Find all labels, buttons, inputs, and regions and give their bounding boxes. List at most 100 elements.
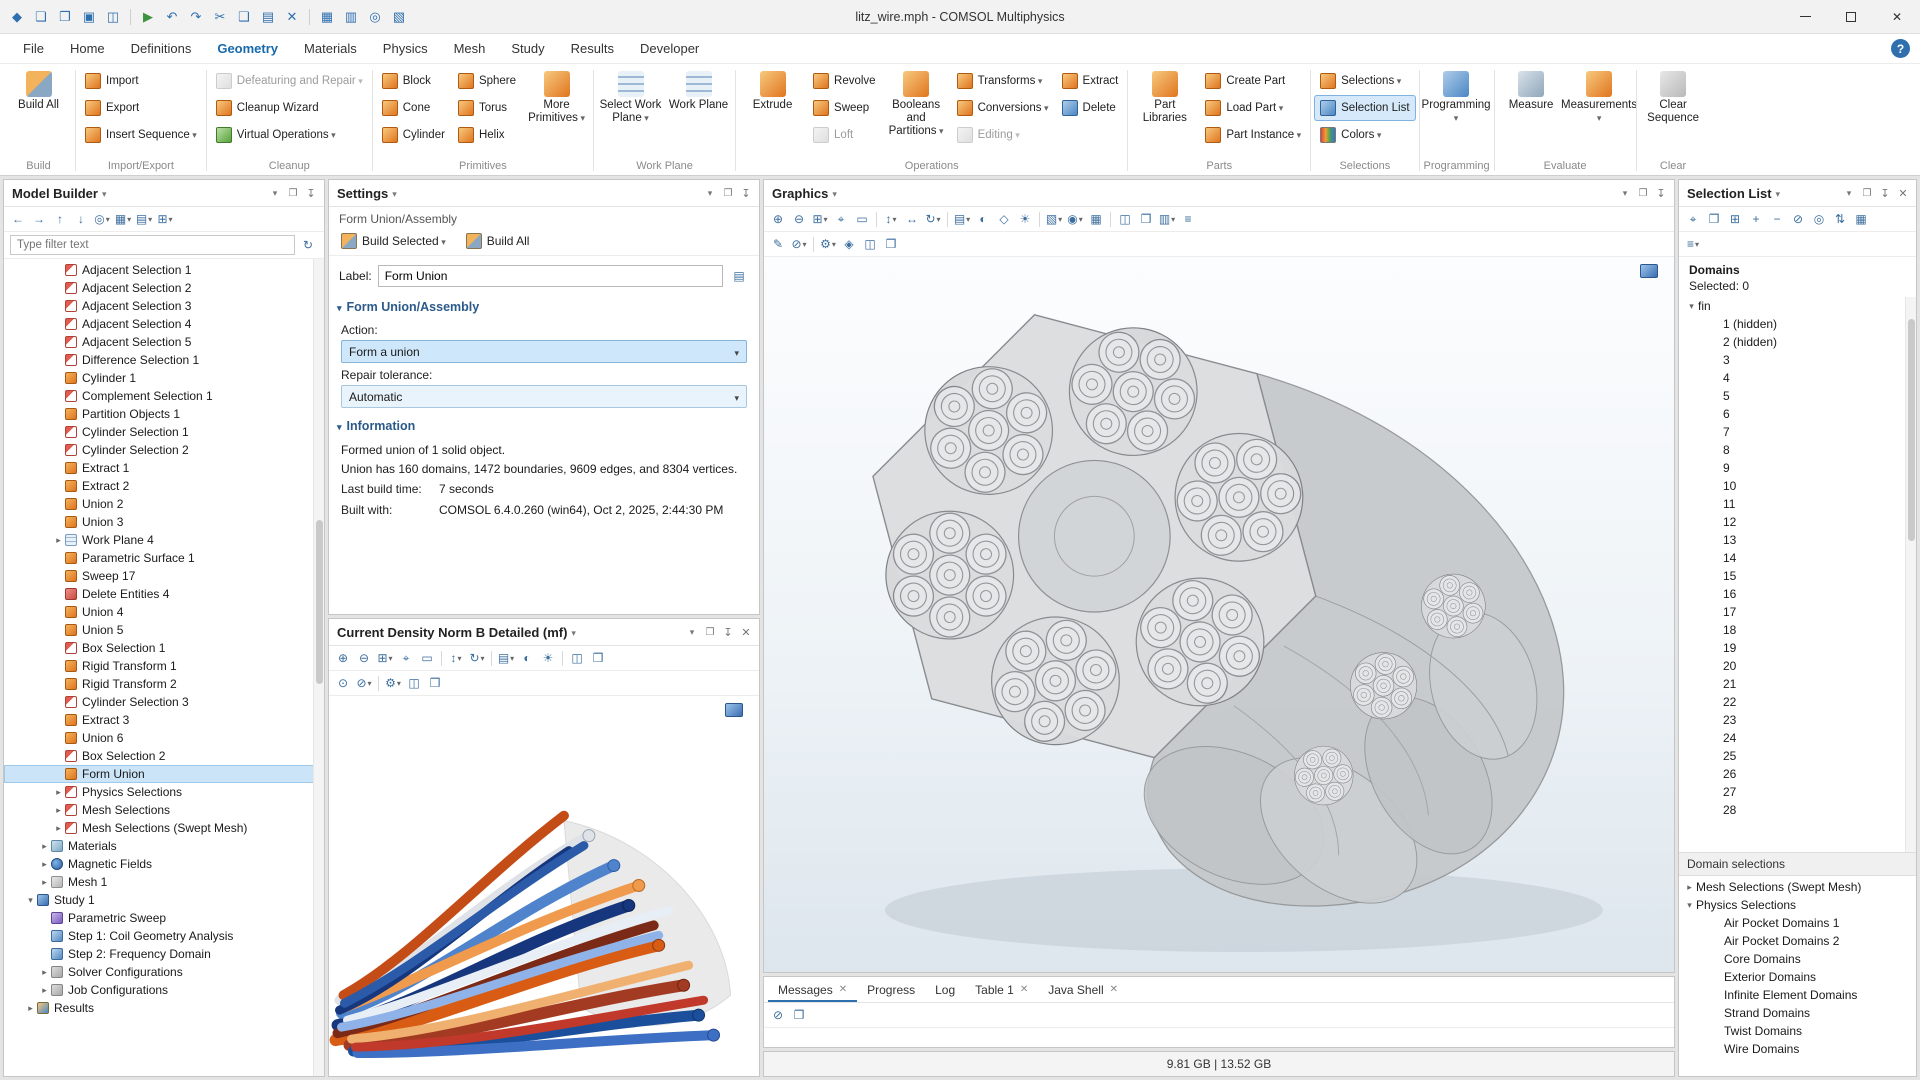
float-panel-icon[interactable]	[701, 623, 719, 641]
create-selection-icon[interactable]: ⊞	[1725, 209, 1745, 229]
panel-menu-icon[interactable]	[701, 184, 719, 202]
log-tab[interactable]: Log	[925, 977, 965, 1002]
definitions-tab[interactable]: Definitions	[118, 35, 205, 62]
tree-item[interactable]: Magnetic Fields	[4, 855, 324, 873]
expand-arrow-icon[interactable]	[24, 1003, 37, 1014]
window-layout-icon[interactable]: ▧	[388, 6, 410, 28]
domain-entry[interactable]: 20	[1679, 657, 1916, 675]
expand-arrow-icon[interactable]	[1683, 900, 1696, 911]
view-orientation-icon[interactable]: ↕	[881, 209, 901, 229]
pin-panel-icon[interactable]	[302, 184, 320, 202]
work-plane-button[interactable]: Work Plane	[665, 68, 732, 159]
plot-canvas[interactable]	[329, 696, 759, 1076]
file-tab[interactable]: File	[10, 35, 57, 62]
plot-preferences-icon[interactable]: ⚙	[383, 673, 403, 693]
chevron-down-icon[interactable]	[1776, 186, 1781, 200]
tree-item[interactable]: Mesh Selections (Swept Mesh)	[4, 819, 324, 837]
domain-entry[interactable]: 21	[1679, 675, 1916, 693]
tree-item[interactable]: Materials	[4, 837, 324, 855]
chevron-down-icon[interactable]	[571, 625, 576, 639]
go-to-default-view-icon[interactable]: ⌖	[396, 648, 416, 668]
expand-arrow-icon[interactable]	[1685, 301, 1698, 312]
separator[interactable]	[813, 237, 814, 252]
print-icon[interactable]: ❒	[588, 648, 608, 668]
tree-item[interactable]: Mesh 1	[4, 873, 324, 891]
wireframe-icon[interactable]: ◇	[994, 209, 1014, 229]
zoom-out-icon[interactable]: ⊖	[354, 648, 374, 668]
developer-tab[interactable]: Developer	[627, 35, 712, 62]
domain-entry[interactable]: 14	[1679, 549, 1916, 567]
loft-button[interactable]: Loft	[807, 122, 882, 148]
tree-item[interactable]: Parametric Surface 1	[4, 549, 324, 567]
revolve-button[interactable]: Revolve	[807, 68, 882, 94]
cone-button[interactable]: Cone	[376, 95, 451, 121]
open-in-new-window-icon[interactable]: ❐	[789, 1005, 809, 1025]
domain-entry[interactable]: 6	[1679, 405, 1916, 423]
select-mode-icon[interactable]: ◉	[1065, 209, 1085, 229]
editing-button[interactable]: Editing	[951, 122, 1055, 148]
panel-menu-icon[interactable]	[683, 623, 701, 641]
domain-entry[interactable]: 11	[1679, 495, 1916, 513]
form-union-section-header[interactable]: Form Union/Assembly	[329, 293, 759, 318]
separator[interactable]	[378, 676, 379, 691]
camera-icon[interactable]: ◫	[404, 673, 424, 693]
programming-button[interactable]: Programming	[1423, 68, 1490, 159]
tree-item[interactable]: Adjacent Selection 5	[4, 333, 324, 351]
select-work-plane-button[interactable]: Select Work Plane	[597, 68, 664, 159]
domain-selection-item[interactable]: Twist Domains	[1679, 1022, 1916, 1040]
action-select[interactable]: Form a union	[341, 340, 747, 363]
tree-item[interactable]: Work Plane 4	[4, 531, 324, 549]
tree-item[interactable]: Union 4	[4, 603, 324, 621]
cylinder-button[interactable]: Cylinder	[376, 122, 451, 148]
tree-item[interactable]: Results	[4, 999, 324, 1017]
domain-entry[interactable]: 10	[1679, 477, 1916, 495]
print-icon[interactable]: ◫	[102, 6, 124, 28]
print-icon[interactable]: ❒	[1136, 209, 1156, 229]
home-tab[interactable]: Home	[57, 35, 118, 62]
tree-item[interactable]: Job Configurations	[4, 981, 324, 999]
colors-button[interactable]: Colors	[1314, 122, 1415, 148]
expand-arrow-icon[interactable]	[1683, 882, 1696, 893]
pin-panel-icon[interactable]	[1876, 184, 1894, 202]
new-file-icon[interactable]: ❏	[30, 6, 52, 28]
zoom-in-icon[interactable]: ⊕	[768, 209, 788, 229]
tree-item[interactable]: Adjacent Selection 1	[4, 261, 324, 279]
close-panel-icon[interactable]	[1894, 184, 1912, 202]
separator[interactable]	[947, 212, 948, 227]
pin-panel-icon[interactable]	[737, 184, 755, 202]
default-view-thumbnail-icon[interactable]	[1640, 264, 1658, 278]
domain-entry[interactable]: 17	[1679, 603, 1916, 621]
expand-arrow-icon[interactable]	[38, 859, 51, 870]
clear-selection-icon[interactable]: ⊘	[1788, 209, 1808, 229]
expand-arrow-icon[interactable]	[52, 787, 65, 798]
torus-button[interactable]: Torus	[452, 95, 522, 121]
scene-settings-icon[interactable]: ▤	[496, 648, 516, 668]
tree-item[interactable]: Physics Selections	[4, 783, 324, 801]
preferences-icon[interactable]: ◎	[364, 6, 386, 28]
results-tab[interactable]: Results	[558, 35, 627, 62]
save-icon[interactable]: ▣	[78, 6, 100, 28]
tree-item[interactable]: Union 3	[4, 513, 324, 531]
geometry-tab[interactable]: Geometry	[204, 35, 291, 62]
graphics-canvas[interactable]	[764, 257, 1674, 972]
add-to-selection-icon[interactable]: +	[1746, 209, 1766, 229]
move-down-icon[interactable]: ↓	[71, 209, 91, 229]
domain-entry[interactable]: 7	[1679, 423, 1916, 441]
tree-item[interactable]: Sweep 17	[4, 567, 324, 585]
domain-entry[interactable]: 12	[1679, 513, 1916, 531]
tree-item-form-union[interactable]: Form Union	[4, 765, 324, 783]
domain-selection-item[interactable]: Air Pocket Domains 2	[1679, 932, 1916, 950]
domain-entry[interactable]: 28	[1679, 801, 1916, 819]
current-density-plot[interactable]	[329, 696, 759, 1076]
pin-panel-icon[interactable]	[1652, 184, 1670, 202]
domain-entry[interactable]: 22	[1679, 693, 1916, 711]
panel-menu-icon[interactable]	[266, 184, 284, 202]
transforms-button[interactable]: Transforms	[951, 68, 1055, 94]
clear-selection-icon[interactable]: ⊘	[789, 234, 809, 254]
domain-entry[interactable]: 5	[1679, 387, 1916, 405]
measure-button[interactable]: Measure	[1498, 68, 1565, 159]
panel-menu-icon[interactable]	[1840, 184, 1858, 202]
tree-item[interactable]: Mesh Selections	[4, 801, 324, 819]
redo-icon[interactable]: ↷	[185, 6, 207, 28]
panel-menu-icon[interactable]	[1616, 184, 1634, 202]
